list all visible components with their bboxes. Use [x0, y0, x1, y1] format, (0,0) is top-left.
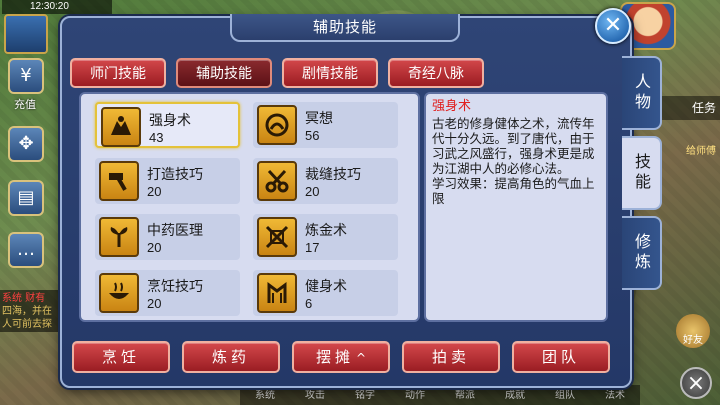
skill-level: 43: [149, 130, 164, 145]
tab-school-skills[interactable]: 师门技能: [70, 58, 166, 88]
dialog-title: 辅助技能: [230, 14, 460, 42]
skill-card-fitness[interactable]: 健身术 6: [253, 270, 398, 316]
description-title: 强身术: [432, 99, 472, 114]
forging-icon: [99, 161, 139, 201]
clock-display: 12:30:20: [2, 0, 112, 14]
close-icon[interactable]: ✕: [595, 8, 631, 44]
npc-hint: 给师傅: [686, 146, 716, 157]
skill-name: 裁缝技巧: [305, 167, 361, 183]
menu-system[interactable]: 系统: [255, 385, 275, 405]
skill-description-panel: 强身术 古老的修身健体之术，流传年代十分久远。到了唐代，由于习武之风盛行，强身术…: [424, 92, 608, 322]
skill-level: 20: [305, 184, 320, 199]
chat-line: 四海，并在: [2, 306, 52, 317]
skill-name: 打造技巧: [147, 167, 203, 183]
stall-button[interactable]: 摆摊 ^: [292, 341, 390, 373]
stall-label: 摆摊: [315, 348, 354, 366]
task-tracker[interactable]: 任务: [658, 96, 720, 120]
skill-card-strength[interactable]: 强身术 43: [95, 102, 240, 148]
menu-achievement[interactable]: 成就: [505, 385, 525, 405]
description-effect: 学习效果：提高角色的气血上限: [432, 176, 595, 206]
skill-card-herbal-medicine[interactable]: 中药医理 20: [95, 214, 240, 260]
fitness-icon: [257, 273, 297, 313]
tab-meridians[interactable]: 奇经八脉: [388, 58, 484, 88]
strength-icon: [101, 107, 141, 147]
tab-story-skills[interactable]: 剧情技能: [282, 58, 378, 88]
tailoring-icon: [257, 161, 297, 201]
skill-name: 中药医理: [147, 223, 203, 239]
side-tab-skills[interactable]: 技能: [622, 136, 662, 210]
skill-level: 56: [305, 128, 320, 143]
skill-name: 烹饪技巧: [147, 279, 203, 295]
menu-inscription[interactable]: 铭字: [355, 385, 375, 405]
tab-auxiliary-skills[interactable]: 辅助技能: [176, 58, 272, 88]
description-body: 古老的修身健体之术，流传年代十分久远。到了唐代，由于习武之风盛行，强身术更是成为…: [432, 116, 595, 176]
menu-attack[interactable]: 攻击: [305, 385, 325, 405]
skill-level: 20: [147, 240, 162, 255]
skill-list-panel: 强身术 43 冥想 56 打造技巧 20 裁缝技巧 20 中药医理 20 炼金术…: [79, 92, 420, 322]
skill-card-tailoring[interactable]: 裁缝技巧 20: [253, 158, 398, 204]
skill-name: 冥想: [305, 111, 333, 127]
alchemy-icon: [257, 217, 297, 257]
chat-line: 人可前去探: [2, 319, 52, 330]
skill-level: 17: [305, 240, 320, 255]
bottom-menu-bar: 系统 攻击 铭字 动作 帮派 成就 组队 法术: [240, 385, 640, 405]
friend-button[interactable]: 好友: [676, 314, 710, 348]
skill-card-cooking[interactable]: 烹饪技巧 20: [95, 270, 240, 316]
chevron-up-icon: ^: [355, 351, 367, 365]
skill-name: 炼金术: [305, 223, 347, 239]
menu-action[interactable]: 动作: [405, 385, 425, 405]
team-button[interactable]: 团队: [512, 341, 610, 373]
meditation-icon: [257, 105, 297, 145]
skill-level: 20: [147, 184, 162, 199]
chat-line: 系统 财有: [2, 293, 46, 304]
player-avatar[interactable]: [4, 14, 48, 54]
skill-level: 20: [147, 296, 162, 311]
close-icon[interactable]: ×: [680, 367, 712, 399]
move-arrows-icon[interactable]: ✥: [8, 126, 44, 162]
recharge-label: 充值: [14, 98, 36, 111]
cook-button[interactable]: 烹饪: [72, 341, 170, 373]
skill-card-forging[interactable]: 打造技巧 20: [95, 158, 240, 204]
recharge-icon[interactable]: ¥: [8, 58, 44, 94]
cooking-icon: [99, 273, 139, 313]
skill-name: 强身术: [149, 113, 191, 129]
skill-name: 健身术: [305, 279, 347, 295]
chat-bubble-icon[interactable]: …: [8, 232, 44, 268]
chat-log[interactable]: 系统 财有 四海，并在 人可前去探: [0, 290, 64, 332]
auction-button[interactable]: 拍卖: [402, 341, 500, 373]
menu-guild[interactable]: 帮派: [455, 385, 475, 405]
herbal-medicine-icon: [99, 217, 139, 257]
menu-team[interactable]: 组队: [555, 385, 575, 405]
skill-level: 6: [305, 296, 313, 311]
side-tab-cultivation[interactable]: 修炼: [622, 216, 662, 290]
refine-medicine-button[interactable]: 炼药: [182, 341, 280, 373]
menu-magic[interactable]: 法术: [605, 385, 625, 405]
skill-card-alchemy[interactable]: 炼金术 17: [253, 214, 398, 260]
skill-card-meditation[interactable]: 冥想 56: [253, 102, 398, 148]
map-icon[interactable]: ▤: [8, 180, 44, 216]
side-tab-character[interactable]: 人物: [622, 56, 662, 130]
